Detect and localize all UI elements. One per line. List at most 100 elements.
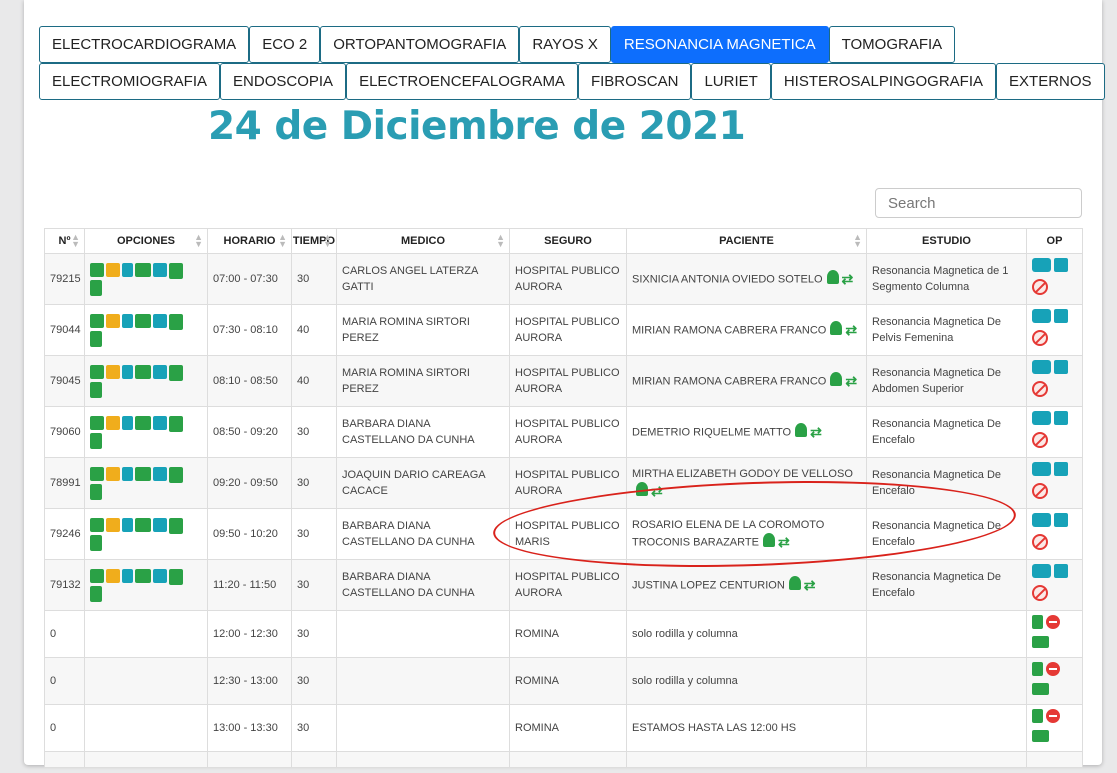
file-icon[interactable] xyxy=(90,432,102,449)
cancel-icon[interactable] xyxy=(1032,534,1048,550)
tab-endoscopia[interactable]: ENDOSCOPIA xyxy=(220,63,347,100)
bed-icon[interactable] xyxy=(106,568,120,583)
calendar-icon[interactable] xyxy=(1054,258,1068,272)
medical-kit-icon[interactable] xyxy=(153,415,167,430)
col-header-4[interactable]: MEDICO ▲ ▼ xyxy=(336,228,510,254)
id-card-icon[interactable] xyxy=(135,466,151,481)
copy-icon[interactable] xyxy=(169,517,183,534)
copy-icon[interactable] xyxy=(169,364,183,381)
swap-icon[interactable]: ⇄ xyxy=(842,272,854,286)
cancel-icon[interactable] xyxy=(1032,279,1048,295)
tab-fibroscan[interactable]: FIBROSCAN xyxy=(577,63,692,100)
remove-icon[interactable] xyxy=(1046,709,1060,723)
id-card-icon[interactable] xyxy=(135,313,151,328)
tab-eco-2[interactable]: ECO 2 xyxy=(249,26,321,63)
copy-icon[interactable] xyxy=(169,568,183,585)
calendar-icon[interactable] xyxy=(1054,462,1068,476)
col-header-5[interactable]: SEGURO xyxy=(509,228,627,254)
money-icon[interactable] xyxy=(90,517,104,532)
doctor-icon[interactable] xyxy=(826,269,839,284)
swap-icon[interactable]: ⇄ xyxy=(804,578,816,592)
clipboard-icon[interactable] xyxy=(122,415,133,430)
medical-kit-icon[interactable] xyxy=(153,568,167,583)
calendar-icon[interactable] xyxy=(1054,513,1068,527)
search-input[interactable] xyxy=(875,188,1082,218)
doctor-icon[interactable] xyxy=(762,532,775,547)
cancel-icon[interactable] xyxy=(1032,381,1048,397)
swap-icon[interactable]: ⇄ xyxy=(845,374,857,388)
bed-icon[interactable] xyxy=(106,517,120,532)
tab-histerosalpingografia[interactable]: HISTEROSALPINGOGRAFIA xyxy=(770,63,997,100)
swap-icon[interactable]: ⇄ xyxy=(651,484,663,498)
col-header-1[interactable]: OPCIONES ▲ ▼ xyxy=(84,228,208,254)
tab-tomografia[interactable]: TOMOGRAFIA xyxy=(828,26,956,63)
swap-icon[interactable]: ⇄ xyxy=(778,535,790,549)
calendar-icon[interactable] xyxy=(1054,564,1068,578)
calendar-icon[interactable] xyxy=(1054,309,1068,323)
copy-icon[interactable] xyxy=(169,313,183,330)
id-card-icon[interactable] xyxy=(135,517,151,532)
doctor-icon[interactable] xyxy=(830,320,843,335)
people-icon[interactable] xyxy=(1032,258,1051,272)
bed-icon[interactable] xyxy=(106,262,120,277)
doctor-icon[interactable] xyxy=(636,481,648,496)
money-icon[interactable] xyxy=(90,313,104,328)
clipboard-icon[interactable] xyxy=(122,568,133,583)
medical-kit-icon[interactable] xyxy=(153,517,167,532)
calendar-icon[interactable] xyxy=(1054,411,1068,425)
copy-icon[interactable] xyxy=(169,415,183,432)
swap-icon[interactable]: ⇄ xyxy=(810,425,822,439)
file-icon[interactable] xyxy=(90,483,102,500)
file-icon[interactable] xyxy=(90,279,102,296)
col-header-6[interactable]: PACIENTE ▲ ▼ xyxy=(626,228,867,254)
bed-icon[interactable] xyxy=(106,313,120,328)
keyboard-icon[interactable] xyxy=(1032,730,1049,742)
cancel-icon[interactable] xyxy=(1032,483,1048,499)
clipboard-icon[interactable] xyxy=(122,364,133,379)
medical-kit-icon[interactable] xyxy=(153,262,167,277)
col-header-2[interactable]: HORARIO ▲ ▼ xyxy=(207,228,292,254)
clipboard-icon[interactable] xyxy=(122,262,133,277)
add-appointment-icon[interactable] xyxy=(1032,709,1043,723)
cancel-icon[interactable] xyxy=(1032,432,1048,448)
col-header-7[interactable]: ESTUDIO xyxy=(866,228,1027,254)
tab-rayos-x[interactable]: RAYOS X xyxy=(519,26,611,63)
people-icon[interactable] xyxy=(1032,462,1051,476)
copy-icon[interactable] xyxy=(169,262,183,279)
file-icon[interactable] xyxy=(90,330,102,347)
file-icon[interactable] xyxy=(90,534,102,551)
remove-icon[interactable] xyxy=(1046,662,1060,676)
tab-luriet[interactable]: LURIET xyxy=(691,63,771,100)
doctor-icon[interactable] xyxy=(830,371,843,386)
bed-icon[interactable] xyxy=(106,364,120,379)
keyboard-icon[interactable] xyxy=(1032,636,1049,648)
col-header-0[interactable]: Nº ▲ ▼ xyxy=(44,228,85,254)
people-icon[interactable] xyxy=(1032,309,1051,323)
money-icon[interactable] xyxy=(90,364,104,379)
money-icon[interactable] xyxy=(90,415,104,430)
tab-electroencefalograma[interactable]: ELECTROENCEFALOGRAMA xyxy=(346,63,578,100)
people-icon[interactable] xyxy=(1032,411,1051,425)
tab-externos[interactable]: EXTERNOS xyxy=(996,63,1105,100)
tab-electromiografia[interactable]: ELECTROMIOGRAFIA xyxy=(39,63,221,100)
id-card-icon[interactable] xyxy=(135,364,151,379)
remove-icon[interactable] xyxy=(1046,615,1060,629)
col-header-8[interactable]: OP xyxy=(1026,228,1083,254)
tab-resonancia-magnetica[interactable]: RESONANCIA MAGNETICA xyxy=(610,26,829,63)
people-icon[interactable] xyxy=(1032,513,1051,527)
people-icon[interactable] xyxy=(1032,564,1051,578)
doctor-icon[interactable] xyxy=(788,575,801,590)
money-icon[interactable] xyxy=(90,262,104,277)
keyboard-icon[interactable] xyxy=(1032,683,1049,695)
add-appointment-icon[interactable] xyxy=(1032,615,1043,629)
doctor-icon[interactable] xyxy=(795,422,808,437)
file-icon[interactable] xyxy=(90,381,102,398)
tab-ortopantomografia[interactable]: ORTOPANTOMOGRAFIA xyxy=(320,26,520,63)
medical-kit-icon[interactable] xyxy=(153,466,167,481)
calendar-icon[interactable] xyxy=(1054,360,1068,374)
file-icon[interactable] xyxy=(90,585,102,602)
bed-icon[interactable] xyxy=(106,466,120,481)
cancel-icon[interactable] xyxy=(1032,330,1048,346)
add-appointment-icon[interactable] xyxy=(1032,662,1043,676)
clipboard-icon[interactable] xyxy=(122,313,133,328)
